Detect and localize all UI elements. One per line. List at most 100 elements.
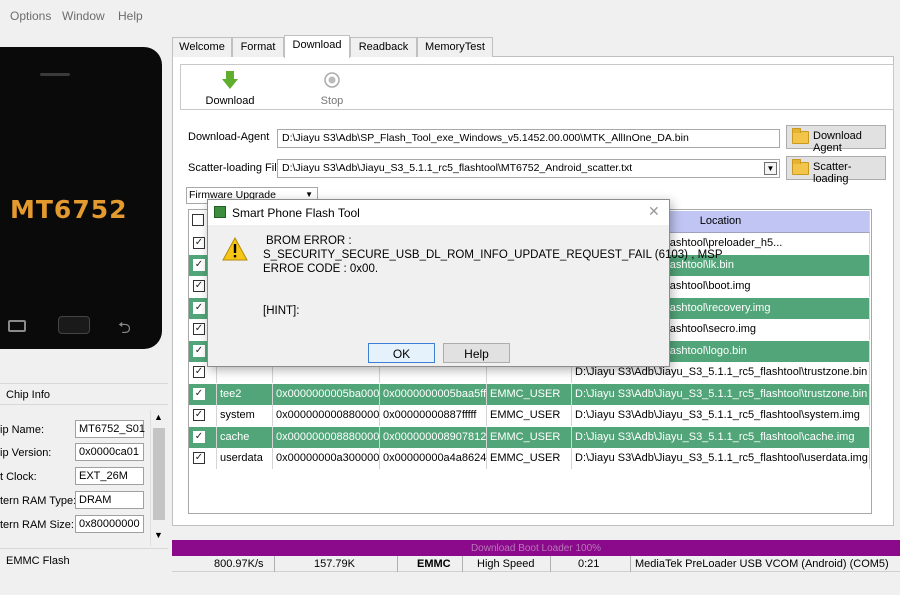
chip-brand-label: MT6752 — [10, 195, 128, 224]
cell-end: 0x0000000005baa5ff — [380, 383, 487, 405]
ok-button[interactable]: OK — [368, 343, 435, 363]
scroll-thumb[interactable] — [153, 428, 165, 520]
cell-location: D:\Jiayu S3\Adb\Jiayu_S3_5.1.1_rc5_flash… — [572, 448, 870, 469]
cell-name: userdata — [217, 448, 273, 469]
tab-format[interactable]: Format — [232, 37, 284, 57]
status-separator — [550, 556, 551, 572]
tab-download[interactable]: Download — [284, 35, 350, 58]
status-separator — [462, 556, 463, 572]
download-agent-button[interactable]: Download Agent — [786, 125, 886, 154]
cell-location: D:\Jiayu S3\Adb\Jiayu_S3_5.1.1_rc5_flash… — [572, 383, 870, 405]
menu-window[interactable]: Window — [62, 9, 105, 23]
status-speed: 800.97K/s — [214, 558, 264, 570]
row-checkbox[interactable]: ✓ — [193, 237, 205, 249]
row-checkbox-cell: ✓ — [189, 448, 217, 469]
tab-readback[interactable]: Readback — [350, 37, 417, 57]
tab-memorytest[interactable]: MemoryTest — [417, 37, 493, 57]
ext-clock-label: t Clock: — [0, 471, 37, 483]
cell-end: 0x00000000887fffff — [380, 405, 487, 426]
app-icon — [214, 206, 226, 218]
phone-menu-key-icon — [8, 320, 26, 332]
status-bar: 800.97K/s 157.79K EMMC High Speed 0:21 M… — [172, 556, 900, 572]
status-separator — [397, 556, 398, 572]
error-line-2: S_SECURITY_SECURE_USB_DL_ROM_INFO_UPDATE… — [263, 249, 723, 261]
emmc-flash-label: EMMC Flash — [6, 555, 70, 567]
warning-icon — [222, 237, 248, 261]
row-checkbox[interactable]: ✓ — [193, 366, 205, 378]
download-button[interactable]: Download — [200, 70, 260, 107]
status-port: MediaTek PreLoader USB VCOM (Android) (C… — [635, 558, 889, 570]
menu-bar: Options Window Help — [0, 0, 900, 30]
row-checkbox[interactable]: ✓ — [193, 258, 205, 271]
chip-info-scrollbar[interactable]: ▲ ▼ — [150, 410, 166, 546]
cell-name: tee2 — [217, 383, 273, 405]
cell-end: 0x000000008907812f — [380, 426, 487, 448]
chip-info-title: Chip Info — [6, 389, 51, 401]
close-icon[interactable]: ✕ — [648, 203, 660, 220]
row-checkbox-cell: ✓ — [189, 426, 217, 448]
tab-welcome[interactable]: Welcome — [172, 37, 232, 57]
row-checkbox[interactable]: ✓ — [193, 280, 205, 292]
download-agent-label: Download-Agent — [188, 131, 270, 143]
row-checkbox[interactable]: ✓ — [193, 452, 205, 464]
cell-name: system — [217, 405, 273, 426]
download-button-label: Download — [205, 95, 255, 107]
cell-region: EMMC_USER — [487, 448, 572, 469]
row-checkbox[interactable]: ✓ — [193, 344, 205, 357]
status-time: 0:21 — [578, 558, 600, 570]
row-checkbox[interactable]: ✓ — [193, 387, 205, 400]
dialog-body: BROM ERROR : S_SECURITY_SECURE_USB_DL_RO… — [208, 225, 723, 366]
chip-version-value: 0x0000ca01 — [75, 443, 144, 461]
scroll-down-icon[interactable]: ▼ — [154, 530, 163, 540]
cell-location: D:\Jiayu S3\Adb\Jiayu_S3_5.1.1_rc5_flash… — [572, 426, 870, 448]
cell-location: D:\Jiayu S3\Adb\Jiayu_S3_5.1.1_rc5_flash… — [572, 405, 870, 426]
cell-begin: 0x0000000008800000 — [273, 405, 380, 426]
status-size: 157.79K — [314, 558, 355, 570]
chevron-down-icon[interactable]: ▼ — [764, 162, 777, 175]
cell-region: EMMC_USER — [487, 426, 572, 448]
row-checkbox-cell: ✓ — [189, 383, 217, 405]
row-checkbox-cell: ✓ — [189, 405, 217, 426]
scatter-label: Scatter-loading File — [188, 162, 283, 174]
row-checkbox[interactable]: ✓ — [193, 409, 205, 421]
ext-ram-size-value: 0x80000000 — [75, 515, 144, 533]
stop-button-label: Stop — [320, 95, 344, 107]
help-button[interactable]: Help — [443, 343, 510, 363]
cell-begin: 0x0000000005ba0000 — [273, 383, 380, 405]
phone-back-key-icon: ⮌ — [118, 320, 131, 337]
row-checkbox[interactable]: ✓ — [193, 301, 205, 314]
ext-ram-type-label: tern RAM Type: — [0, 495, 77, 507]
scatter-path-select[interactable]: D:\Jiayu S3\Adb\Jiayu_S3_5.1.1_rc5_flash… — [277, 159, 780, 178]
scatter-loading-button[interactable]: Scatter-loading — [786, 156, 886, 185]
status-storage: EMMC — [417, 558, 451, 570]
status-usb-speed: High Speed — [477, 558, 535, 570]
download-agent-path[interactable]: D:\Jiayu S3\Adb\SP_Flash_Tool_exe_Window… — [277, 129, 780, 148]
download-toolbar — [180, 64, 894, 110]
menu-help[interactable]: Help — [118, 9, 143, 23]
ext-ram-type-value: DRAM — [75, 491, 144, 509]
ext-clock-value: EXT_26M — [75, 467, 144, 485]
phone-image: MT6752 ⮌ — [0, 47, 162, 349]
cell-begin: 0x00000000a3000000 — [273, 448, 380, 469]
row-checkbox[interactable]: ✓ — [193, 323, 205, 335]
chip-name-label: ip Name: — [0, 424, 45, 436]
progress-text: Download Boot Loader 100% — [470, 543, 602, 554]
ext-ram-size-label: tern RAM Size: — [0, 519, 74, 531]
cell-begin: 0x0000000088800000 — [273, 426, 380, 448]
stop-icon — [324, 72, 340, 88]
cell-region: EMMC_USER — [487, 405, 572, 426]
scroll-up-icon[interactable]: ▲ — [154, 412, 163, 422]
stop-button[interactable]: Stop — [310, 70, 354, 107]
row-checkbox[interactable]: ✓ — [193, 430, 205, 443]
phone-speaker — [40, 73, 70, 76]
dialog-title: Smart Phone Flash Tool — [232, 206, 360, 220]
select-all-checkbox[interactable] — [192, 214, 204, 226]
chip-name-value: MT6752_S01 — [75, 420, 145, 438]
left-separator — [0, 548, 168, 549]
chevron-down-icon[interactable]: ▼ — [305, 190, 313, 199]
dialog-titlebar[interactable]: Smart Phone Flash Tool ✕ — [208, 200, 669, 225]
error-line-1: BROM ERROR : — [266, 235, 352, 247]
cell-region: EMMC_USER — [487, 383, 572, 405]
menu-options[interactable]: Options — [10, 9, 51, 23]
folder-icon — [792, 159, 809, 175]
